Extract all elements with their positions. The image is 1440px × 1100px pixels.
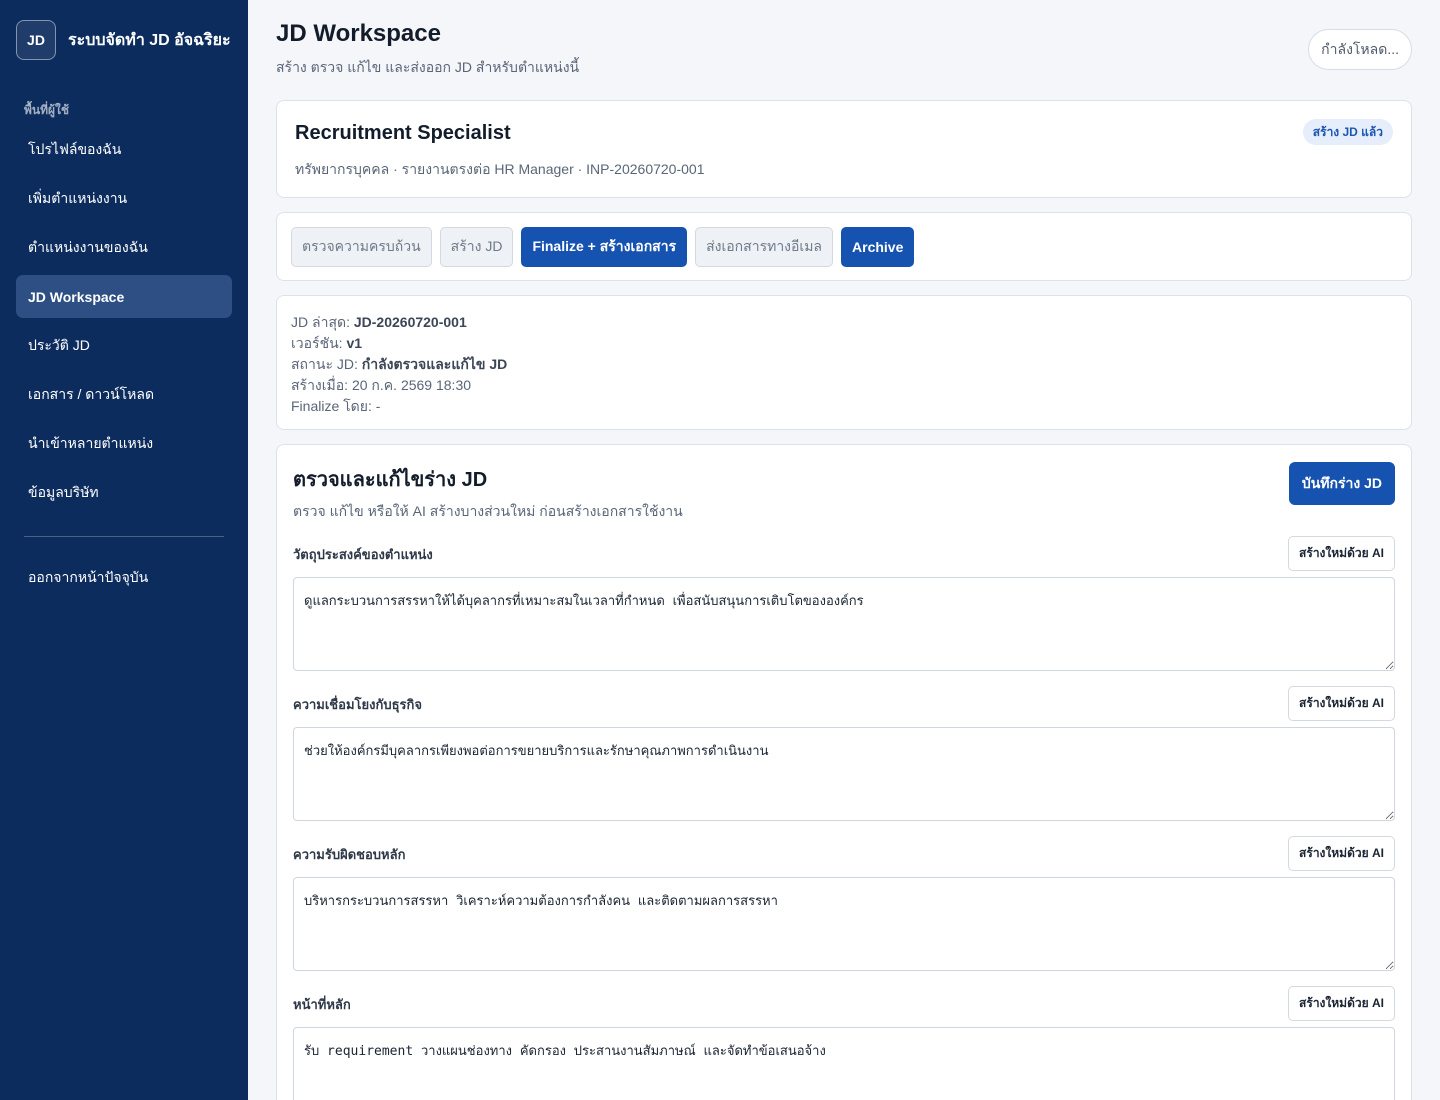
position-meta: ทรัพยากรบุคคล · รายงานตรงต่อ HR Manager … — [295, 161, 705, 177]
check-completeness-button[interactable]: ตรวจความครบถ้วน — [291, 227, 432, 267]
sidebar-item-company-info[interactable]: ข้อมูลบริษัท — [16, 471, 232, 514]
field-label: วัตถุประสงค์ของตำแหน่ง — [293, 547, 433, 562]
jd-info-lines: JD ล่าสุด: JD-20260720-001 เวอร์ชัน: v1 … — [291, 312, 507, 417]
regenerate-ai-button[interactable]: สร้างใหม่ด้วย AI — [1288, 536, 1395, 571]
key-responsibilities-textarea[interactable]: บริหารกระบวนการสรรหา วิเคราะห์ความต้องกา… — [293, 877, 1395, 971]
page-subtitle: สร้าง ตรวจ แก้ไข และส่งออก JD สำหรับตำแห… — [276, 59, 580, 75]
jd-version-row: เวอร์ชัน: v1 — [291, 333, 507, 354]
sidebar-item-my-profile[interactable]: โปรไฟล์ของฉัน — [16, 128, 232, 171]
jd-finalized-row: Finalize โดย: - — [291, 396, 507, 417]
business-link-textarea[interactable]: ช่วยให้องค์กรมีบุคลากรเพียงพอต่อการขยายบ… — [293, 727, 1395, 821]
jd-finalized-label: Finalize โดย: — [291, 398, 372, 414]
position-card: Recruitment Specialist ทรัพยากรบุคคล · ร… — [276, 100, 1412, 198]
app-name: ระบบจัดทำ JD อัจฉริยะ — [68, 31, 231, 49]
jd-latest-row: JD ล่าสุด: JD-20260720-001 — [291, 312, 507, 333]
field-label: ความเชื่อมโยงกับธุรกิจ — [293, 697, 422, 712]
brand[interactable]: JD ระบบจัดทำ JD อัจฉริยะ — [16, 20, 231, 60]
field-key-responsibilities: ความรับผิดชอบหลัก สร้างใหม่ด้วย AI บริหา… — [293, 836, 1395, 979]
page-title: JD Workspace — [276, 20, 441, 47]
jd-status-row: สถานะ JD: กำลังตรวจและแก้ไข JD — [291, 354, 507, 375]
sidebar-item-jd-workspace[interactable]: JD Workspace — [16, 275, 232, 318]
jd-finalized-value: - — [375, 398, 381, 414]
finalize-button[interactable]: Finalize + สร้างเอกสาร — [521, 227, 688, 267]
regenerate-ai-button[interactable]: สร้างใหม่ด้วย AI — [1288, 686, 1395, 721]
field-main-duties: หน้าที่หลัก สร้างใหม่ด้วย AI รับ require… — [293, 986, 1395, 1100]
sidebar-item-my-positions[interactable]: ตำแหน่งงานของฉัน — [16, 226, 232, 269]
jd-version-label: เวอร์ชัน: — [291, 335, 343, 351]
jd-status-label: สถานะ JD: — [291, 356, 358, 372]
regenerate-ai-button[interactable]: สร้างใหม่ด้วย AI — [1288, 986, 1395, 1021]
editor-title: ตรวจและแก้ไขร่าง JD — [293, 469, 488, 491]
jd-created-value: 20 ก.ค. 2569 18:30 — [351, 377, 472, 393]
sidebar-item-documents[interactable]: เอกสาร / ดาวน์โหลด — [16, 373, 232, 416]
jd-latest-value: JD-20260720-001 — [353, 314, 467, 330]
editor-subtitle: ตรวจ แก้ไข หรือให้ AI สร้างบางส่วนใหม่ ก… — [293, 503, 683, 519]
loading-indicator-button[interactable]: กำลังโหลด... — [1308, 29, 1412, 70]
sidebar-item-jd-history[interactable]: ประวัติ JD — [16, 324, 232, 367]
logout-link[interactable]: ออกจากหน้าปัจจุบัน — [16, 556, 232, 599]
objective-textarea[interactable]: ดูแลกระบวนการสรรหาให้ได้บุคลากรที่เหมาะส… — [293, 577, 1395, 671]
regenerate-ai-button[interactable]: สร้างใหม่ด้วย AI — [1288, 836, 1395, 871]
main-duties-textarea[interactable]: รับ requirement วางแผนช่องทาง คัดกรอง ปร… — [293, 1027, 1395, 1100]
sidebar-item-add-position[interactable]: เพิ่มตำแหน่งงาน — [16, 177, 232, 220]
jd-created-label: สร้างเมื่อ: — [291, 377, 349, 393]
field-label: ความรับผิดชอบหลัก — [293, 847, 406, 862]
send-email-button[interactable]: ส่งเอกสารทางอีเมล — [695, 227, 834, 267]
sidebar-divider — [24, 536, 224, 537]
status-badge: สร้าง JD แล้ว — [1302, 119, 1393, 145]
jd-status-value: กำลังตรวจและแก้ไข JD — [361, 356, 508, 372]
sidebar-item-bulk-import[interactable]: นำเข้าหลายตำแหน่ง — [16, 422, 232, 465]
field-objective: วัตถุประสงค์ของตำแหน่ง สร้างใหม่ด้วย AI … — [293, 536, 1395, 679]
field-business-link: ความเชื่อมโยงกับธุรกิจ สร้างใหม่ด้วย AI … — [293, 686, 1395, 829]
jd-latest-label: JD ล่าสุด: — [291, 314, 350, 330]
save-draft-button[interactable]: บันทึกร่าง JD — [1288, 462, 1395, 505]
app-logo: JD — [16, 20, 56, 60]
create-jd-button[interactable]: สร้าง JD — [439, 227, 514, 267]
archive-button[interactable]: Archive — [841, 227, 915, 267]
actions-card: ตรวจความครบถ้วน สร้าง JD Finalize + สร้า… — [276, 212, 1412, 281]
sidebar-nav: โปรไฟล์ของฉัน เพิ่มตำแหน่งงาน ตำแหน่งงาน… — [16, 128, 232, 520]
jd-info-card: JD ล่าสุด: JD-20260720-001 เวอร์ชัน: v1 … — [276, 295, 1412, 430]
sidebar: JD ระบบจัดทำ JD อัจฉริยะ พื้นที่ผู้ใช้ โ… — [0, 0, 248, 1100]
jd-created-row: สร้างเมื่อ: 20 ก.ค. 2569 18:30 — [291, 375, 507, 396]
action-toolbar: ตรวจความครบถ้วน สร้าง JD Finalize + สร้า… — [291, 227, 915, 267]
position-title: Recruitment Specialist — [295, 122, 511, 144]
jd-editor-card: ตรวจและแก้ไขร่าง JD ตรวจ แก้ไข หรือให้ A… — [276, 444, 1412, 1100]
sidebar-section-label: พื้นที่ผู้ใช้ — [24, 103, 70, 117]
field-label: หน้าที่หลัก — [293, 997, 351, 1012]
jd-version-value: v1 — [346, 335, 363, 351]
